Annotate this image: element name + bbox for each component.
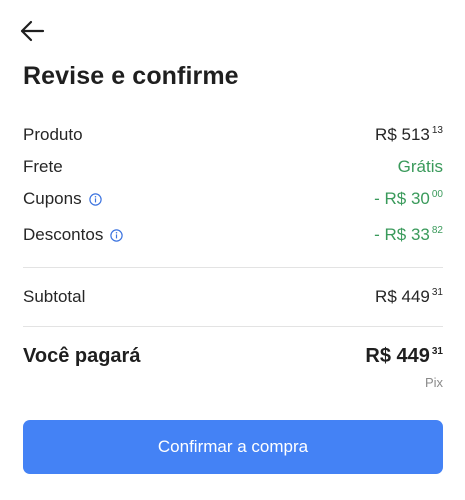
descontos-amount-main: - R$ 33: [374, 225, 430, 244]
descontos-label: Descontos: [23, 225, 104, 244]
produto-amount: R$ 513 13: [375, 125, 443, 145]
produto-amount-main: R$ 513: [375, 125, 430, 144]
produto-label: Produto: [23, 125, 83, 144]
cupons-amount: - R$ 30 00: [374, 189, 443, 209]
total-amount: R$ 449 31: [365, 345, 443, 368]
summary-row-frete: Frete Grátis: [23, 157, 443, 177]
cupons-amount-main: - R$ 30: [374, 189, 430, 208]
cupons-label-group: Cupons: [23, 189, 102, 209]
confirm-purchase-button[interactable]: Confirmar a compra: [23, 420, 443, 474]
subtotal-amount: R$ 449 31: [375, 287, 443, 307]
total-amount-main: R$ 449: [365, 345, 430, 367]
descontos-label-group: Descontos: [23, 225, 124, 245]
cupons-info-icon[interactable]: [88, 192, 102, 206]
top-bar: [0, 0, 465, 60]
descontos-amount-cents: 82: [431, 225, 443, 236]
page-title: Revise e confirme: [23, 62, 239, 90]
cupons-label: Cupons: [23, 189, 82, 208]
divider: [23, 326, 443, 327]
summary-row-produto: Produto R$ 513 13: [23, 125, 443, 145]
summary-row-descontos: Descontos - R$ 33 82: [23, 225, 443, 245]
descontos-info-icon[interactable]: [110, 228, 124, 242]
back-button[interactable]: [14, 14, 50, 48]
total-row: Você pagará R$ 449 31: [23, 345, 443, 368]
divider: [23, 267, 443, 268]
total-amount-cents: 31: [431, 346, 443, 357]
payment-method: Pix: [424, 375, 443, 390]
subtotal-row: Subtotal R$ 449 31: [23, 287, 443, 307]
arrow-left-icon: [20, 20, 45, 42]
produto-amount-cents: 13: [431, 125, 443, 136]
subtotal-amount-cents: 31: [431, 287, 443, 298]
frete-label: Frete: [23, 157, 63, 176]
subtotal-label: Subtotal: [23, 287, 86, 306]
cupons-amount-cents: 00: [431, 189, 443, 200]
descontos-amount: - R$ 33 82: [374, 225, 443, 245]
subtotal-amount-main: R$ 449: [375, 287, 430, 306]
summary-row-cupons: Cupons - R$ 30 00: [23, 189, 443, 209]
frete-value: Grátis: [397, 157, 443, 176]
total-label: Você pagará: [23, 345, 141, 367]
